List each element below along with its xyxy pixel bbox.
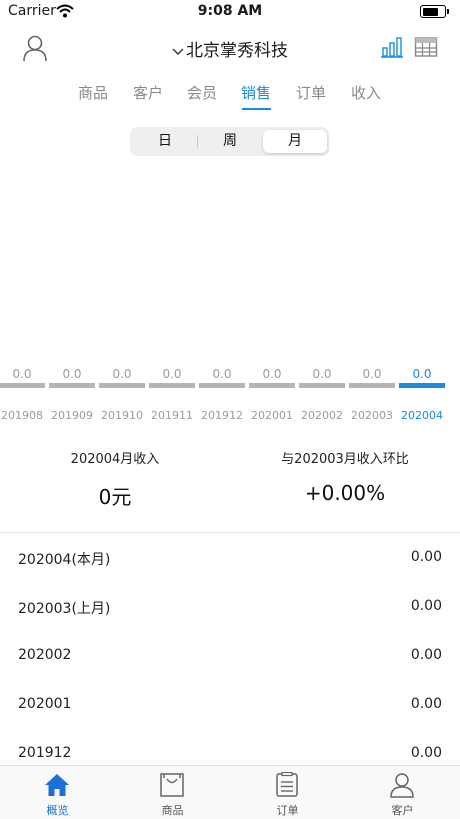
chart-bar <box>299 383 345 388</box>
chevron-down-icon <box>172 45 184 59</box>
period-month-button[interactable]: 月 <box>263 130 327 153</box>
status-bar: Carrier 9:08 AM <box>0 0 460 24</box>
category-tabs: 商品 客户 会员 销售 订单 收入 <box>0 78 460 112</box>
chart-value-label: 0.0 <box>412 367 432 381</box>
chart-month-label: 202004 <box>401 409 443 422</box>
chart-month-label: 201912 <box>201 409 243 422</box>
chart-month-label: 202002 <box>301 409 343 422</box>
status-time: 9:08 AM <box>197 3 263 19</box>
chart-bar <box>249 383 295 388</box>
chart-month-label: 201911 <box>151 409 193 422</box>
monthly-chart-strip[interactable]: 0.0 201908 0.0 201909 0.0 201910 0.0 201911 0.0 2… <box>0 355 460 430</box>
bar-chart-icon[interactable] <box>380 35 404 59</box>
tab-products[interactable]: 商品 <box>73 82 113 103</box>
chart-value-label: 0.0 <box>262 367 282 381</box>
home-icon <box>44 772 70 798</box>
current-income-cell: 202004月收入 0元 <box>0 440 230 510</box>
bottom-tab-bar: 概览 商品 订单 客户 <box>0 765 460 819</box>
battery-icon <box>420 5 449 18</box>
tab-orders[interactable]: 订单 <box>291 82 331 103</box>
comparison-label: 与202003月收入环比 <box>281 452 409 467</box>
list-item[interactable]: 202001 0.00 <box>0 680 460 729</box>
tabbar-products[interactable]: 商品 <box>115 766 230 819</box>
chart-value-label: 0.0 <box>212 367 232 381</box>
list-item[interactable]: 202004(本月) 0.00 <box>0 533 460 582</box>
row-amount: 0.00 <box>410 745 442 761</box>
tab-customers[interactable]: 客户 <box>128 82 168 103</box>
chart-value-label: 0.0 <box>112 367 132 381</box>
tabbar-overview-label: 概览 <box>46 804 69 817</box>
order-list-icon <box>274 771 300 798</box>
row-amount: 0.00 <box>410 696 442 712</box>
row-amount: 0.00 <box>410 549 442 565</box>
income-comparison-cell: 与202003月收入环比 +0.00% <box>230 440 460 505</box>
tabbar-products-label: 商品 <box>161 804 184 817</box>
chart-month-label: 202001 <box>251 409 293 422</box>
chart-bar <box>199 383 245 388</box>
nav-header: 北京掌秀科技 <box>0 26 460 70</box>
income-list: 202004(本月) 0.00 202003(上月) 0.00 202002 0… <box>0 533 460 765</box>
row-period: 202003(上月) <box>18 601 111 617</box>
chart-bar <box>149 383 195 388</box>
chart-bar <box>99 383 145 388</box>
chart-value-label: 0.0 <box>12 367 32 381</box>
row-period: 202002 <box>18 647 72 663</box>
chart-value-label: 0.0 <box>312 367 332 381</box>
period-week-button[interactable]: 周 <box>198 130 262 153</box>
tabbar-customers[interactable]: 客户 <box>345 766 460 819</box>
shopping-bag-icon <box>159 772 185 798</box>
person-icon <box>389 772 415 798</box>
current-income-label: 202004月收入 <box>70 452 160 467</box>
period-selector: 日 周 月 <box>130 127 329 156</box>
row-period: 202004(本月) <box>18 552 111 568</box>
chart-bar <box>49 383 95 388</box>
current-income-value: 0元 <box>98 485 132 509</box>
table-icon[interactable] <box>414 35 438 59</box>
row-period: 202001 <box>18 696 72 712</box>
chart-bar <box>399 383 445 388</box>
tabbar-orders-label: 订单 <box>276 804 299 817</box>
store-title: 北京掌秀科技 <box>186 41 288 61</box>
chart-value-label: 0.0 <box>62 367 82 381</box>
tabbar-orders[interactable]: 订单 <box>230 766 345 819</box>
chart-month-label: 201909 <box>51 409 93 422</box>
tabbar-overview[interactable]: 概览 <box>0 766 115 819</box>
tabbar-customers-label: 客户 <box>391 804 414 817</box>
comparison-value: +0.00% <box>304 481 386 505</box>
chart-value-label: 0.0 <box>362 367 382 381</box>
list-item[interactable]: 202003(上月) 0.00 <box>0 582 460 631</box>
income-summary: 202004月收入 0元 与202003月收入环比 +0.00% <box>0 440 460 533</box>
row-period: 201912 <box>18 745 72 761</box>
tab-income[interactable]: 收入 <box>346 82 386 103</box>
row-amount: 0.00 <box>410 647 442 663</box>
row-amount: 0.00 <box>410 598 442 614</box>
tab-sales[interactable]: 销售 <box>236 82 276 103</box>
tab-members[interactable]: 会员 <box>182 82 222 103</box>
chart-month-label: 201910 <box>101 409 143 422</box>
chart-month-label: 201908 <box>1 409 43 422</box>
chart-month-label: 202003 <box>351 409 393 422</box>
chart-bar <box>0 383 45 388</box>
active-tab-indicator <box>242 108 271 110</box>
list-item[interactable]: 201912 0.00 <box>0 729 460 765</box>
chart-value-label: 0.0 <box>162 367 182 381</box>
list-item[interactable]: 202002 0.00 <box>0 631 460 680</box>
chart-bar <box>349 383 395 388</box>
period-day-button[interactable]: 日 <box>133 130 197 153</box>
